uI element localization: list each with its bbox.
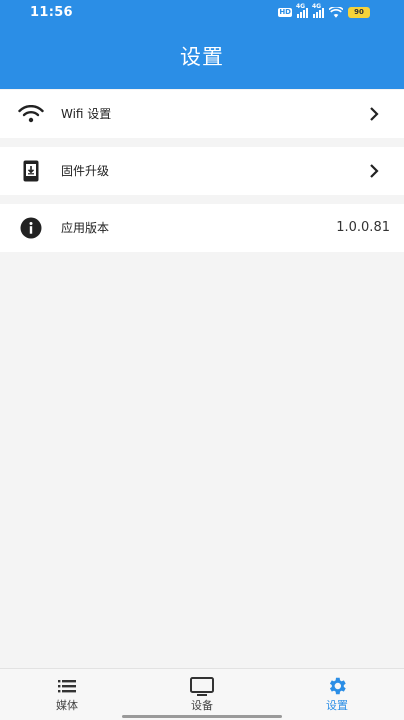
firmware-download-icon xyxy=(18,159,44,183)
nav-item-media[interactable]: 媒体 xyxy=(27,675,107,717)
hd-voice-badge: HD xyxy=(278,7,292,17)
status-bar: 11:56 HD 4G 4G 90 xyxy=(0,0,404,25)
page-title: 设置 xyxy=(180,45,224,69)
status-icons: HD 4G 4G 90 xyxy=(278,3,370,18)
nav-label-media: 媒体 xyxy=(56,699,78,712)
network-type-label-1: 4G xyxy=(296,3,306,10)
status-time: 11:56 xyxy=(30,5,73,20)
home-indicator[interactable] xyxy=(122,715,282,718)
chevron-right-icon xyxy=(370,107,379,121)
settings-item-app-version: 应用版本 1.0.0.81 xyxy=(0,204,404,252)
settings-item-wifi[interactable]: Wifi 设置 xyxy=(0,90,404,138)
settings-item-firmware-upgrade[interactable]: 固件升级 xyxy=(0,147,404,195)
wifi-icon xyxy=(18,102,44,126)
app-header: 设置 xyxy=(0,25,404,89)
wifi-status-icon xyxy=(329,6,343,18)
settings-item-label: Wifi 设置 xyxy=(61,107,112,121)
signal-icon-1: 4G xyxy=(296,3,308,18)
monitor-icon xyxy=(190,677,214,696)
signal-icon-2: 4G xyxy=(312,3,324,18)
gear-icon xyxy=(329,677,346,695)
settings-item-label: 固件升级 xyxy=(61,164,110,178)
list-icon xyxy=(58,680,76,693)
chevron-right-icon xyxy=(370,164,379,178)
app-version-value: 1.0.0.81 xyxy=(336,220,390,235)
bottom-nav: 媒体 设备 设置 xyxy=(0,668,404,720)
info-icon xyxy=(18,216,44,240)
nav-label-settings: 设置 xyxy=(326,699,348,712)
network-type-label-2: 4G xyxy=(312,3,322,10)
nav-label-device: 设备 xyxy=(191,699,213,712)
nav-item-device[interactable]: 设备 xyxy=(162,675,242,717)
battery-icon: 90 xyxy=(348,6,370,18)
nav-item-settings[interactable]: 设置 xyxy=(297,675,377,717)
settings-item-label: 应用版本 xyxy=(61,221,110,235)
